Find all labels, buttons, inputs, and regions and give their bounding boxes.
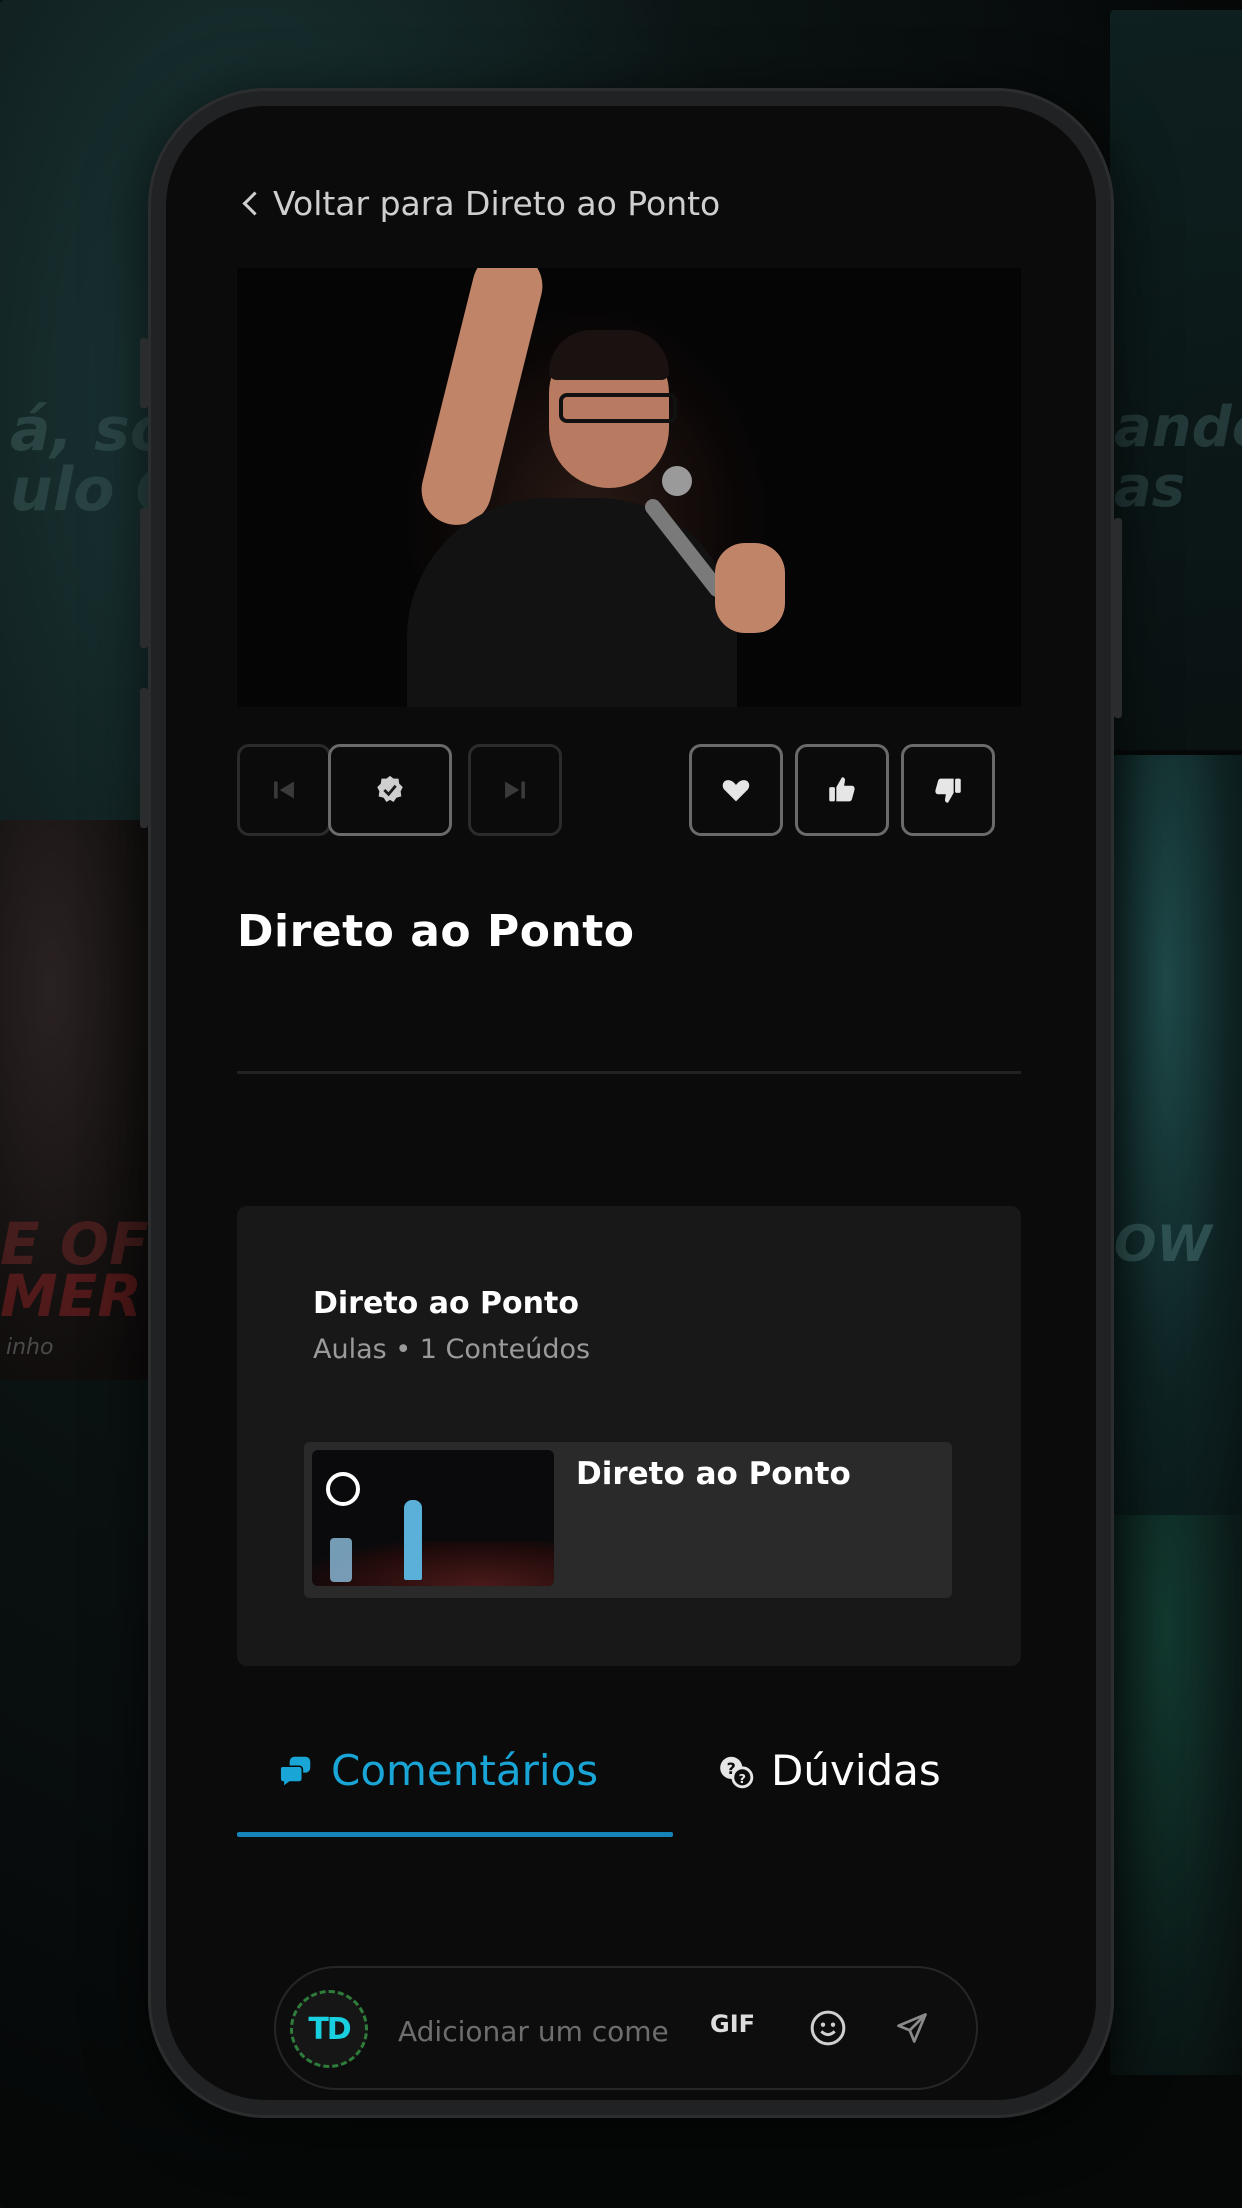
background-text: inho — [6, 1335, 54, 1360]
background-text: as — [1114, 455, 1186, 520]
emoji-icon[interactable] — [808, 2008, 848, 2048]
background-poster — [1110, 10, 1242, 750]
tab-comments[interactable]: Comentários — [277, 1746, 598, 1795]
module-title: Direto ao Ponto — [313, 1286, 579, 1321]
phone-side-button — [140, 338, 148, 408]
thumbnail-figure — [330, 1538, 352, 1582]
phone-screen: Voltar para Direto ao Ponto Direto ao Po… — [166, 106, 1096, 2100]
comment-input[interactable] — [396, 2008, 672, 2054]
previous-icon — [274, 781, 294, 799]
lesson-item-title: Direto ao Ponto — [576, 1456, 851, 1492]
heart-icon — [722, 780, 750, 802]
divider — [237, 1071, 1021, 1074]
tab-doubts[interactable]: ? ? Dúvidas — [717, 1746, 941, 1795]
tab-bar: Comentários ? ? Dúvidas — [237, 1746, 1021, 1856]
question-bubbles-icon: ? ? — [720, 1756, 754, 1788]
lesson-thumbnail — [312, 1450, 554, 1586]
mark-complete-button[interactable] — [328, 744, 452, 836]
background-text: MER — [0, 1262, 142, 1330]
thumbnail-figure — [404, 1500, 422, 1580]
speaker-hair — [549, 330, 669, 380]
svg-text:?: ? — [739, 1770, 746, 1785]
phone-side-button — [140, 508, 148, 648]
back-link-label: Voltar para Direto ao Ponto — [273, 184, 721, 223]
send-icon[interactable] — [894, 2010, 930, 2046]
phone-side-button — [1114, 518, 1122, 718]
comment-composer: TD GIF — [274, 1966, 978, 2090]
back-link[interactable]: Voltar para Direto ao Ponto — [242, 184, 720, 223]
check-badge-icon — [377, 775, 403, 803]
avatar: TD — [290, 1990, 368, 2068]
gif-button[interactable]: GIF — [710, 2010, 755, 2038]
next-lesson-button[interactable] — [468, 744, 562, 836]
speaker-glasses — [559, 393, 677, 423]
thumbs-up-icon — [829, 777, 855, 802]
favorite-button[interactable] — [689, 744, 783, 836]
lesson-list-item[interactable]: Direto ao Ponto — [304, 1442, 952, 1598]
background-poster — [1110, 1515, 1242, 2075]
active-tab-indicator — [237, 1832, 673, 1837]
like-button[interactable] — [795, 744, 889, 836]
phone-side-button — [140, 688, 148, 828]
lesson-title: Direto ao Ponto — [237, 906, 635, 957]
tab-comments-label: Comentários — [331, 1746, 599, 1795]
thumbs-down-icon — [935, 778, 961, 803]
phone-frame: Voltar para Direto ao Ponto Direto ao Po… — [140, 88, 1122, 2118]
module-card: Direto ao Ponto Aulas • 1 Conteúdos Dire… — [237, 1206, 1021, 1666]
tab-doubts-label: Dúvidas — [771, 1746, 941, 1795]
background-text: OW — [1114, 1215, 1212, 1273]
next-icon — [505, 781, 525, 799]
video-player[interactable] — [237, 268, 1021, 707]
chat-bubbles-icon — [279, 1756, 311, 1788]
dislike-button[interactable] — [901, 744, 995, 836]
chevron-left-icon — [242, 191, 267, 216]
speaker-hand — [715, 543, 785, 633]
background-text: ando — [1114, 395, 1242, 460]
module-meta: Aulas • 1 Conteúdos — [313, 1334, 591, 1365]
progress-circle-icon — [326, 1472, 360, 1506]
microphone-head — [662, 466, 692, 496]
previous-lesson-button[interactable] — [237, 744, 331, 836]
background-poster — [1110, 755, 1242, 1515]
